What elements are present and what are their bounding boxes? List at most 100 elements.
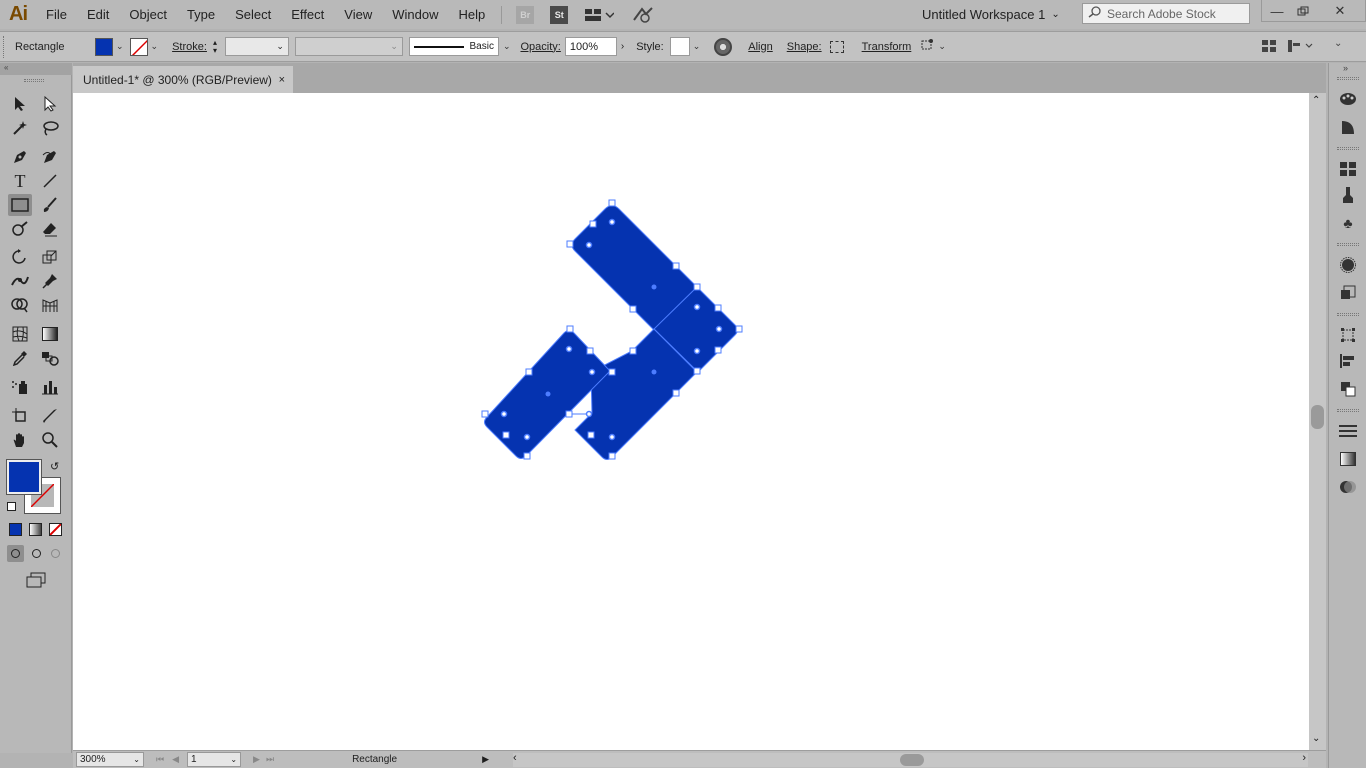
style-dropdown-icon[interactable]: ⌄ [693,41,701,52]
default-fill-stroke-icon[interactable] [7,502,16,511]
eyedropper-tool-icon[interactable] [8,347,32,369]
none-mode-icon[interactable] [49,523,62,536]
control-bar-menu-icon[interactable]: ⌄ [1334,38,1342,49]
fill-color-box-front[interactable] [6,459,42,495]
isolate-object-icon[interactable] [919,38,935,55]
transparency-panel-icon[interactable] [1338,477,1358,497]
swap-fill-stroke-icon[interactable]: ↺ [50,460,59,473]
vertical-scroll-thumb[interactable] [1311,405,1324,429]
draw-behind-icon[interactable] [28,545,45,562]
swatches-panel-icon[interactable] [1338,159,1358,179]
zoom-tool-icon[interactable] [38,429,62,451]
brush-dropdown-icon[interactable]: ⌄ [503,41,511,52]
shape-builder-tool-icon[interactable] [8,294,32,316]
workspace-switcher[interactable]: Untitled Workspace 1 ⌄ [922,4,1060,25]
close-icon[interactable]: × [279,74,285,86]
stock-search-field[interactable]: Search Adobe Stock [1082,3,1250,24]
pen-tool-icon[interactable] [8,146,32,168]
graphic-style-swatch[interactable] [669,37,690,56]
artwork[interactable] [73,93,1309,750]
color-panel-icon[interactable] [1338,89,1358,109]
shape-label[interactable]: Shape: [787,41,822,53]
variable-width-profile[interactable]: ⌄ [294,37,403,56]
appearance-panel-icon[interactable] [1338,255,1358,275]
draw-inside-icon[interactable] [47,545,64,562]
stroke-swatch[interactable] [129,37,148,56]
rectangle-tool-icon[interactable] [8,194,32,216]
gradient-panel-icon[interactable] [1338,449,1358,469]
opacity-expand-icon[interactable]: › [621,41,624,52]
draw-normal-icon[interactable] [7,545,24,562]
perspective-grid-tool-icon[interactable] [38,294,62,316]
transform-button[interactable]: Transform [862,41,912,53]
align-panel-icon[interactable] [1338,351,1358,371]
scroll-right-icon[interactable]: › [1302,752,1306,764]
symbols-panel-icon[interactable]: ♣ [1338,213,1358,233]
color-guide-icon[interactable] [1338,117,1358,137]
close-icon[interactable]: ✕ [1322,0,1358,22]
direct-selection-tool-icon[interactable] [38,93,62,115]
shape-properties-icon[interactable] [829,40,844,53]
screen-mode-icon[interactable] [25,572,47,591]
scroll-up-icon[interactable]: ⌃ [1312,95,1320,106]
stock-button[interactable]: St [550,5,569,24]
next-artboard-icon[interactable]: ▶ [253,754,260,765]
menu-effect[interactable]: Effect [281,7,334,22]
dock-collapse-icon[interactable]: » [1343,63,1348,73]
restore-icon[interactable] [1287,0,1319,22]
menu-file[interactable]: File [36,7,77,22]
rectangle-shapes[interactable] [484,205,738,460]
scroll-down-icon[interactable]: ⌄ [1312,733,1320,744]
type-tool-icon[interactable]: T [8,170,32,192]
panel-menu-icon[interactable] [1288,40,1314,55]
stroke-label[interactable]: Stroke: [172,41,207,53]
status-menu-icon[interactable]: ▶ [482,754,489,765]
transform-panel-icon[interactable] [1338,325,1358,345]
arrange-documents-icon[interactable] [584,7,615,23]
curvature-tool-icon[interactable] [38,146,62,168]
zoom-field[interactable]: 300% ⌄ [76,752,144,767]
bridge-button[interactable]: Br [516,5,535,24]
hand-tool-icon[interactable] [8,429,32,451]
align-button[interactable]: Align [748,41,772,53]
selection-tool-icon[interactable] [8,93,32,115]
first-artboard-icon[interactable]: ⏮ [156,754,164,765]
stroke-dropdown-icon[interactable]: ⌄ [151,41,159,52]
magic-wand-tool-icon[interactable] [8,117,32,139]
brush-definition[interactable]: Basic [408,37,499,56]
artboard-number-field[interactable]: 1 ⌄ [187,752,242,767]
isolate-dropdown-icon[interactable]: ⌄ [938,41,946,52]
line-segment-tool-icon[interactable] [38,170,62,192]
gradient-tool-icon[interactable] [38,323,62,345]
menu-object[interactable]: Object [119,7,177,22]
menu-view[interactable]: View [334,7,382,22]
gradient-mode-icon[interactable] [29,523,42,536]
menu-edit[interactable]: Edit [77,7,119,22]
arrange-panels-icon[interactable] [1262,40,1276,55]
shaper-tool-icon[interactable] [8,218,32,240]
mesh-tool-icon[interactable] [8,323,32,345]
document-tab[interactable]: Untitled-1* @ 300% (RGB/Preview) × [73,66,293,93]
slice-tool-icon[interactable] [38,405,62,427]
artboard-tool-icon[interactable] [8,405,32,427]
scale-tool-icon[interactable] [38,246,62,268]
color-mode-icon[interactable] [9,523,22,536]
stroke-weight-stepper[interactable]: ▴ ▾ [213,38,223,55]
pathfinder-panel-icon[interactable] [1338,379,1358,399]
paintbrush-tool-icon[interactable] [38,194,62,216]
gpu-performance-icon[interactable] [632,6,654,24]
last-artboard-icon[interactable]: ⏭ [266,754,274,765]
vertical-scrollbar[interactable]: ⌃ ⌄ [1309,93,1326,750]
width-tool-icon[interactable] [8,270,32,292]
rotate-tool-icon[interactable] [8,246,32,268]
menu-help[interactable]: Help [448,7,495,22]
brushes-panel-icon[interactable] [1338,185,1358,205]
blend-tool-icon[interactable] [38,347,62,369]
menu-select[interactable]: Select [225,7,281,22]
menu-window[interactable]: Window [382,7,448,22]
artboard-canvas[interactable] [73,93,1309,750]
puppet-warp-tool-icon[interactable] [38,270,62,292]
fill-dropdown-icon[interactable]: ⌄ [116,41,124,52]
menu-type[interactable]: Type [177,7,225,22]
stroke-panel-icon[interactable] [1338,421,1358,441]
